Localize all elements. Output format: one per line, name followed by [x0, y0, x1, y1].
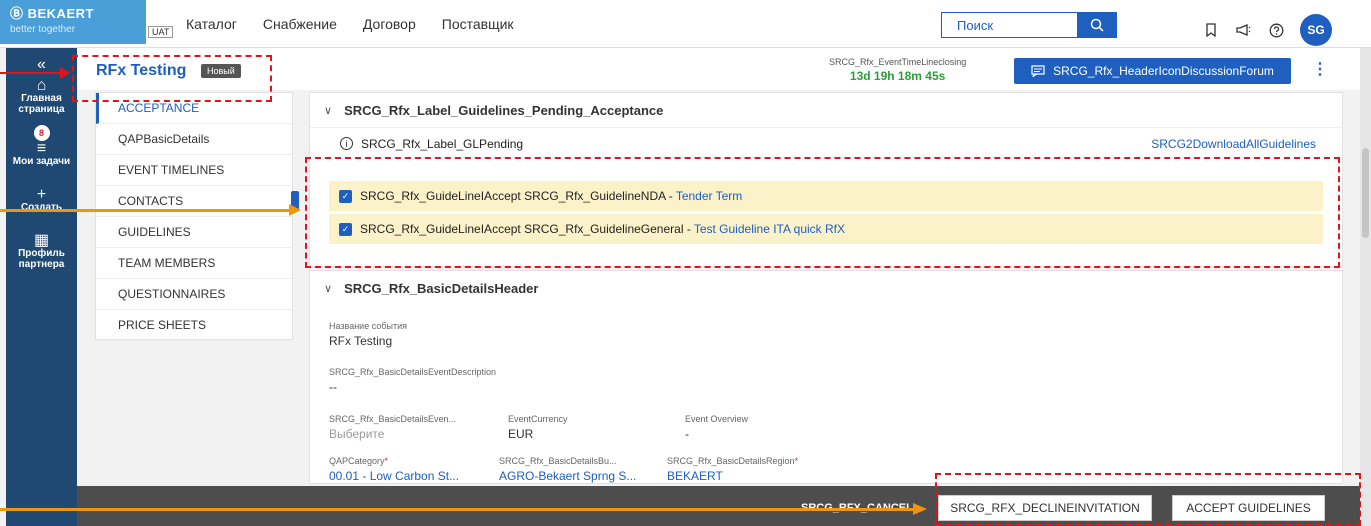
section-contacts[interactable]: CONTACTS — [96, 186, 292, 217]
main-nav: Каталог Снабжение Договор Поставщик — [186, 16, 514, 32]
field-label: SRCG_Rfx_BasicDetailsRegion* — [667, 456, 799, 466]
page-scrollbar[interactable] — [1360, 48, 1371, 526]
timer-value: 13d 19h 18m 45s — [849, 69, 946, 83]
env-badge: UAT — [148, 26, 174, 38]
annotation-red-arrow — [0, 72, 62, 74]
logo-brand: Ⓑ BEKAERT — [10, 6, 94, 21]
field-label: SRCG_Rfx_BasicDetailsBu... — [499, 456, 617, 466]
event-overview-value: - — [685, 427, 689, 441]
nav-contract[interactable]: Договор — [363, 16, 416, 32]
basic-details-panel: ∨ SRCG_Rfx_BasicDetailsHeader Название с… — [309, 270, 1343, 484]
search-button[interactable] — [1077, 13, 1116, 37]
list-icon: ≡ — [36, 140, 47, 157]
help-icon[interactable] — [1269, 23, 1284, 38]
field-label: QAPCategory* — [329, 456, 389, 466]
annotation-title-box — [72, 55, 272, 102]
event-type-field[interactable]: SRCG_Rfx_BasicDetailsEven... Выберите — [329, 414, 456, 441]
annotation-orange-arrow — [0, 209, 290, 212]
event-description-field: SRCG_Rfx_BasicDetailsEventDescription -- — [329, 367, 496, 394]
event-type-value: Выберите — [329, 427, 385, 441]
info-icon: i — [340, 137, 353, 150]
nav-procurement[interactable]: Снабжение — [263, 16, 337, 32]
event-description-value: -- — [329, 380, 337, 394]
timer-label: SRCG_Rfx_EventTimeLineclosing — [829, 57, 967, 67]
event-timer: SRCG_Rfx_EventTimeLineclosing 13d 19h 18… — [829, 57, 966, 83]
event-name-value: RFx Testing — [329, 334, 393, 348]
search-input[interactable] — [942, 13, 1077, 37]
top-header: Ⓑ BEKAERT better together UAT Каталог Сн… — [0, 0, 1371, 48]
region-value: BEKAERT — [667, 469, 723, 483]
business-unit-value: AGRO-Bekaert Sprng S... — [499, 469, 637, 483]
bookmark-icon[interactable] — [1205, 23, 1217, 37]
logo-tagline: better together — [10, 24, 76, 35]
search-icon — [1090, 18, 1104, 32]
bekaert-logo[interactable]: Ⓑ BEKAERT better together — [0, 0, 146, 44]
nav-catalog[interactable]: Каталог — [186, 16, 237, 32]
rail-item-home[interactable]: ⌂ Главная страница — [6, 77, 77, 116]
field-label: SRCG_Rfx_BasicDetailsEventDescription — [329, 367, 497, 377]
event-name-field: Название события RFx Testing — [329, 321, 407, 348]
scrollbar-thumb[interactable] — [1362, 148, 1369, 238]
plus-icon: + — [36, 186, 47, 203]
qap-category-value: 00.01 - Low Carbon St... — [329, 469, 460, 483]
event-overview-field: Event Overview - — [685, 414, 748, 441]
field-label: SRCG_Rfx_BasicDetailsEven... — [329, 414, 457, 424]
guidelines-panel-title: SRCG_Rfx_Label_Guidelines_Pending_Accept… — [344, 102, 664, 118]
pending-label: SRCG_Rfx_Label_GLPending — [361, 136, 524, 151]
more-options-icon[interactable]: ⋮ — [1312, 59, 1328, 79]
forum-button-label: SRCG_Rfx_HeaderIconDiscussionForum — [1053, 64, 1274, 78]
section-event-timelines[interactable]: EVENT TIMELINES — [96, 155, 292, 186]
annotation-orange-arrowhead — [913, 503, 927, 515]
field-label: Event Overview — [685, 414, 749, 424]
org-icon: ▦ — [33, 232, 50, 249]
nav-supplier[interactable]: Поставщик — [442, 16, 514, 32]
section-guidelines[interactable]: GUIDELINES — [96, 217, 292, 248]
chevron-down-icon: ∨ — [324, 104, 333, 117]
section-qap-basic-details[interactable]: QAPBasicDetails — [96, 124, 292, 155]
event-currency-value: EUR — [508, 427, 534, 441]
rail-item-tasks[interactable]: 8 ≡ Мои задачи — [6, 125, 77, 167]
rail-label-tasks: Мои задачи — [12, 156, 71, 167]
annotation-actions-box — [935, 473, 1361, 526]
qap-category-field[interactable]: QAPCategory* 00.01 - Low Carbon St... — [329, 456, 459, 483]
rail-item-partner-profile[interactable]: ▦ Профиль партнера — [6, 232, 77, 271]
download-all-guidelines-link[interactable]: SRCG2DownloadAllGuidelines — [1151, 137, 1316, 151]
section-questionnaires[interactable]: QUESTIONNAIRES — [96, 279, 292, 310]
section-nav: ACCEPTANCE QAPBasicDetails EVENT TIMELIN… — [95, 92, 293, 341]
annotation-orange-arrow — [0, 508, 915, 511]
rail-label-partner: Профиль партнера — [18, 248, 65, 270]
guidelines-panel-header[interactable]: ∨ SRCG_Rfx_Label_Guidelines_Pending_Acce… — [310, 93, 1342, 127]
pending-row: i SRCG_Rfx_Label_GLPending SRCG2Download… — [310, 127, 1342, 159]
left-rail: « ⌂ Главная страница 8 ≡ Мои задачи + Со… — [6, 48, 77, 526]
user-avatar[interactable]: SG — [1300, 14, 1332, 46]
section-team-members[interactable]: TEAM MEMBERS — [96, 248, 292, 279]
section-price-sheets[interactable]: PRICE SHEETS — [96, 310, 292, 341]
basic-details-header[interactable]: ∨ SRCG_Rfx_BasicDetailsHeader — [310, 271, 1342, 305]
annotation-orange-arrowhead — [289, 204, 301, 216]
event-currency-field[interactable]: EventCurrency EUR — [508, 414, 568, 441]
chevron-down-icon: ∨ — [324, 282, 333, 295]
header-icons: SG — [1205, 14, 1332, 46]
search-box — [941, 12, 1117, 38]
megaphone-icon[interactable] — [1235, 23, 1251, 37]
rail-label-home: Главная страница — [18, 93, 65, 115]
home-icon: ⌂ — [36, 77, 47, 94]
field-label: Название события — [329, 321, 407, 331]
main-content: ∨ SRCG_Rfx_Label_Guidelines_Pending_Acce… — [309, 92, 1343, 484]
chat-icon — [1031, 65, 1045, 77]
field-label: EventCurrency — [508, 414, 568, 424]
tasks-count-badge: 8 — [33, 125, 50, 141]
annotation-red-arrowhead — [60, 67, 70, 79]
basic-details-title: SRCG_Rfx_BasicDetailsHeader — [344, 280, 539, 296]
discussion-forum-button[interactable]: SRCG_Rfx_HeaderIconDiscussionForum — [1014, 58, 1291, 84]
business-unit-field[interactable]: SRCG_Rfx_BasicDetailsBu... AGRO-Bekaert … — [499, 456, 636, 483]
annotation-guidelines-box — [305, 157, 1340, 268]
region-field[interactable]: SRCG_Rfx_BasicDetailsRegion* BEKAERT — [667, 456, 798, 483]
